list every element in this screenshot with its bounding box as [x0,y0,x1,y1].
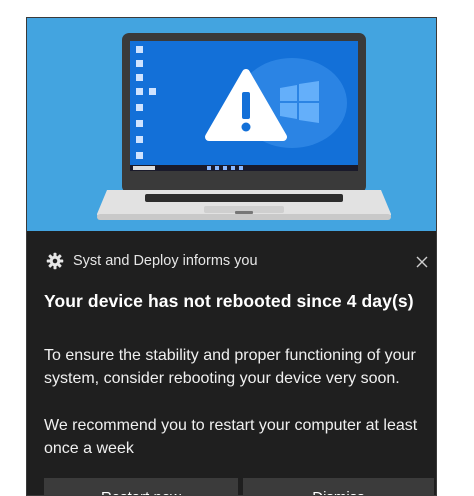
notification-toast: Syst and Deploy informs you Your device … [26,17,437,496]
notification-title: Your device has not rebooted since 4 day… [44,291,414,311]
laptop-illustration [97,33,391,220]
notification-recommendation: We recommend you to restart your compute… [44,417,418,457]
app-name: Syst and Deploy informs you [73,253,258,269]
notification-message: To ensure the stability and proper funct… [44,347,416,387]
gear-icon [46,252,64,270]
dismiss-button[interactable]: Dismiss [243,478,434,495]
hero-image [27,18,436,231]
close-icon[interactable] [412,252,432,272]
restart-now-button[interactable]: Restart now [44,478,238,495]
notification-header: Syst and Deploy informs you [27,249,436,275]
